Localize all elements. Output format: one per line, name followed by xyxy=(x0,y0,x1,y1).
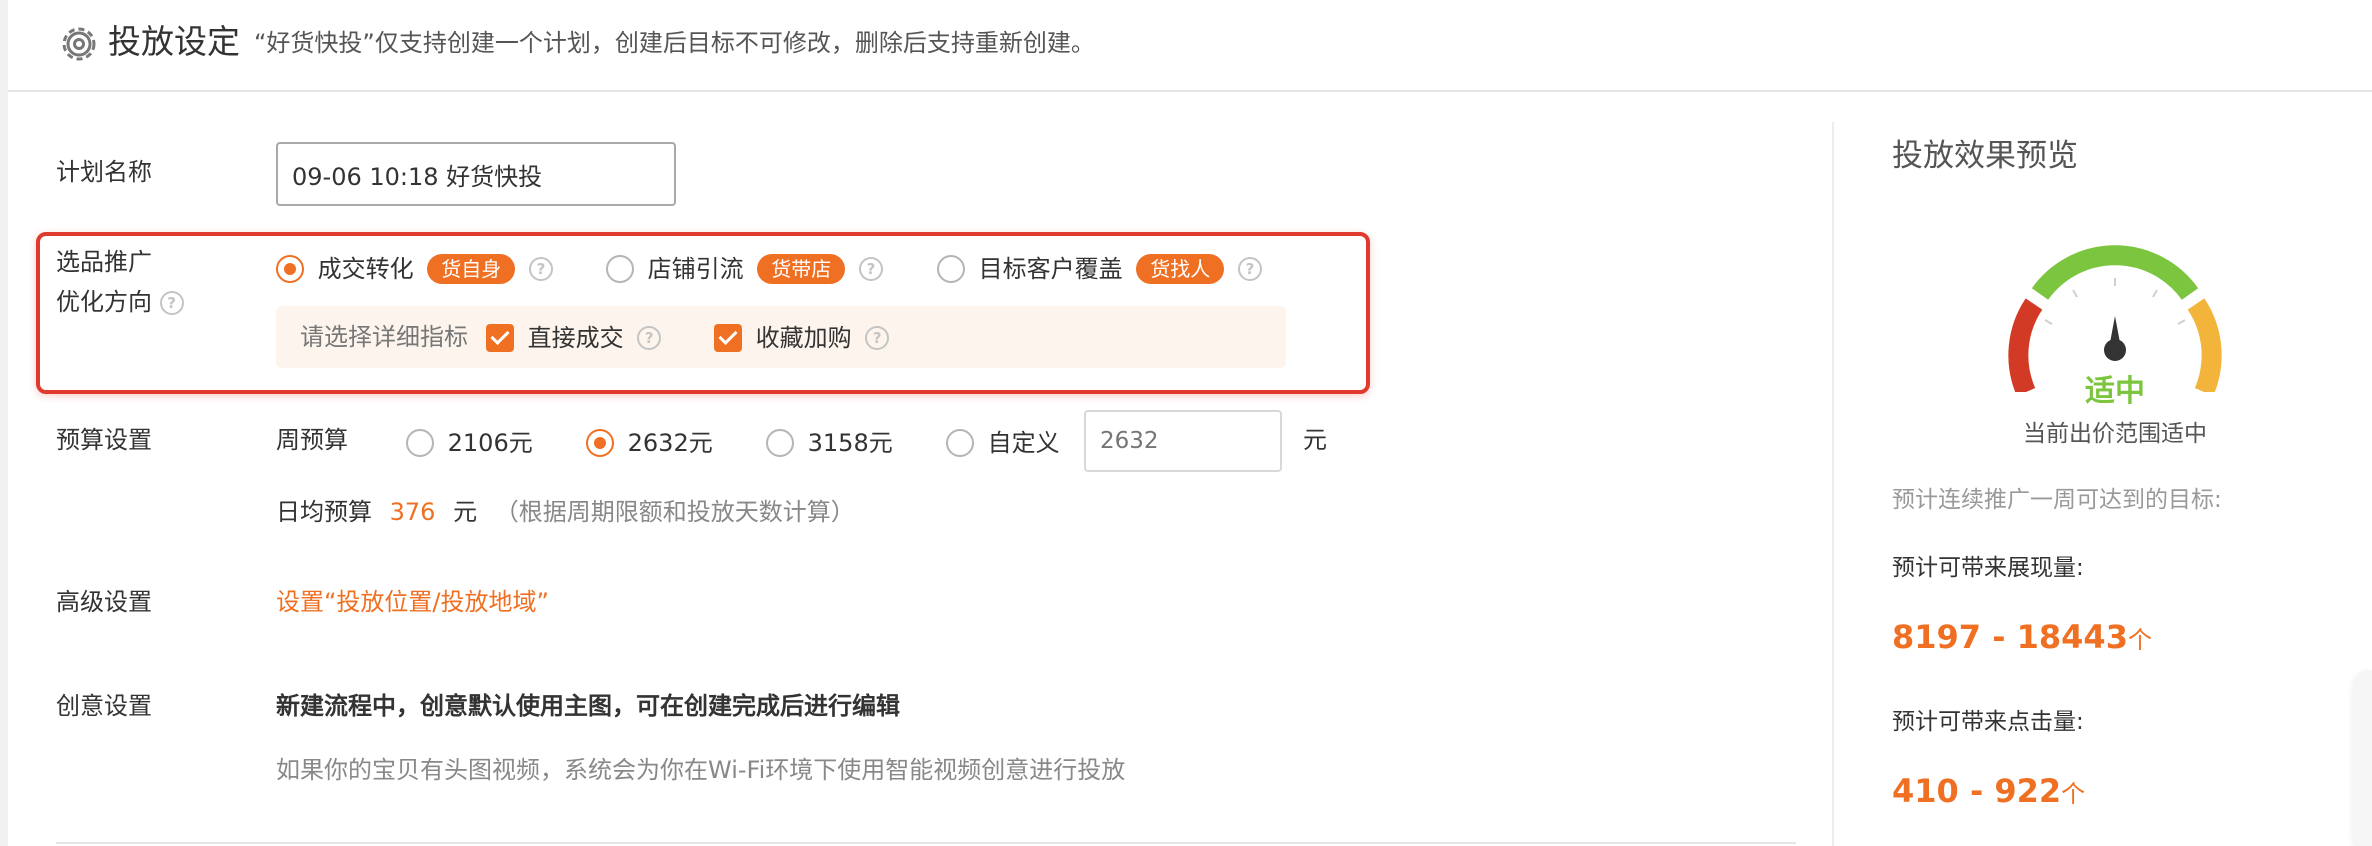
help-icon[interactable]: ? xyxy=(637,326,662,350)
help-icon[interactable]: ? xyxy=(1237,257,1262,281)
weekly-budget-label: 周预算 xyxy=(276,426,348,454)
gauge-hub xyxy=(2104,339,2126,361)
impressions-label: 预计可带来展现量: xyxy=(1892,555,2084,581)
budget-option-2632[interactable]: 2632元 xyxy=(586,424,713,461)
checkbox-checked-icon[interactable] xyxy=(714,324,742,352)
custom-budget-input[interactable] xyxy=(1084,410,1282,472)
radio-icon[interactable] xyxy=(946,429,974,457)
option-target-audience-label: 目标客户覆盖 xyxy=(978,255,1123,283)
budget-label: 预算设置 xyxy=(56,426,152,454)
left-edge xyxy=(0,0,8,846)
budget-option-custom-label: 自定义 xyxy=(987,429,1060,457)
optimization-label-line1: 选品推广 xyxy=(56,248,152,276)
radio-selected-icon[interactable] xyxy=(276,255,304,283)
checkbox-checked-icon[interactable] xyxy=(486,324,514,352)
clicks-unit: 个 xyxy=(2061,780,2086,808)
page: 投放设定 “好货快投”仅支持创建一个计划，创建后目标不可修改，删除后支持重新创建… xyxy=(0,0,2372,846)
floating-panel-edge xyxy=(2354,670,2372,846)
budget-option-custom[interactable]: 自定义 xyxy=(946,424,1060,461)
budget-option-2106[interactable]: 2106元 xyxy=(406,424,533,461)
option-store-traffic-label: 店铺引流 xyxy=(647,255,744,283)
creative-label: 创意设置 xyxy=(56,692,152,720)
metric-direct-deal-label: 直接成交 xyxy=(527,324,624,352)
help-icon[interactable]: ? xyxy=(858,257,883,281)
gauge-yellow-arc xyxy=(2187,298,2222,392)
header-note: “好货快投”仅支持创建一个计划，创建后目标不可修改，删除后支持重新创建。 xyxy=(254,29,1095,57)
creative-video-note: 如果你的宝贝有头图视频，系统会为你在Wi-Fi环境下使用智能视频创意进行投放 xyxy=(276,756,1126,784)
gauge-status: 适中 xyxy=(2085,374,2145,409)
plan-name-input[interactable] xyxy=(276,142,676,206)
detail-metrics-hint: 请选择详细指标 xyxy=(300,323,468,351)
advanced-label: 高级设置 xyxy=(56,588,152,616)
budget-option-2106-label: 2106元 xyxy=(447,429,533,457)
badge-goods-self: 货自身 xyxy=(427,254,516,284)
clicks-row: 410 - 922个 xyxy=(1892,770,2085,815)
badge-goods-store: 货带店 xyxy=(757,254,846,284)
radio-selected-icon[interactable] xyxy=(586,429,614,457)
radio-icon[interactable] xyxy=(937,255,965,283)
radio-icon[interactable] xyxy=(406,429,434,457)
metric-favorite-cart[interactable]: 收藏加购 ? xyxy=(714,319,890,356)
panel-divider xyxy=(1832,122,1834,846)
section-divider xyxy=(56,842,1796,844)
help-icon[interactable]: ? xyxy=(528,257,553,281)
daily-budget-value: 376 xyxy=(389,498,436,526)
gauge-red-arc xyxy=(2008,298,2043,392)
optimization-label-text: 优化方向 xyxy=(56,288,152,316)
metric-direct-deal[interactable]: 直接成交 ? xyxy=(486,319,662,356)
budget-unit: 元 xyxy=(1303,426,1327,454)
help-icon[interactable]: ? xyxy=(159,291,184,315)
radio-icon[interactable] xyxy=(606,255,634,283)
option-conversion[interactable]: 成交转化 货自身 ? xyxy=(276,250,553,287)
help-icon[interactable]: ? xyxy=(865,326,890,350)
preview-title: 投放效果预览 xyxy=(1892,138,2078,174)
option-store-traffic[interactable]: 店铺引流 货带店 ? xyxy=(606,250,883,287)
budget-option-3158[interactable]: 3158元 xyxy=(766,424,893,461)
impressions-unit: 个 xyxy=(2127,626,2152,654)
badge-goods-people: 货找人 xyxy=(1136,254,1225,284)
option-target-audience[interactable]: 目标客户覆盖 货找人 ? xyxy=(937,250,1262,287)
budget-option-2632-label: 2632元 xyxy=(627,429,713,457)
option-conversion-label: 成交转化 xyxy=(317,255,414,283)
header-bar: 投放设定 “好货快投”仅支持创建一个计划，创建后目标不可修改，删除后支持重新创建… xyxy=(8,0,2372,92)
radio-icon[interactable] xyxy=(766,429,794,457)
daily-budget-label: 日均预算 xyxy=(276,498,372,526)
metric-favorite-cart-label: 收藏加购 xyxy=(755,324,852,352)
clicks-label: 预计可带来点击量: xyxy=(1892,709,2084,735)
daily-budget-unit: 元 xyxy=(453,498,478,526)
clicks-value: 410 - 922 xyxy=(1892,772,2062,810)
page-title: 投放设定 xyxy=(108,22,240,61)
budget-option-3158-label: 3158元 xyxy=(807,429,893,457)
impressions-row: 8197 - 18443个 xyxy=(1892,616,2152,661)
gauge-description: 当前出价范围适中 xyxy=(2023,421,2207,447)
daily-budget-row: 日均预算 376 元 （根据周期限额和投放天数计算） xyxy=(276,496,855,528)
daily-budget-note: （根据周期限额和投放天数计算） xyxy=(494,498,855,526)
gauge-green-arc xyxy=(2031,245,2199,301)
plan-name-label: 计划名称 xyxy=(56,158,152,186)
creative-default-text: 新建流程中，创意默认使用主图，可在创建完成后进行编辑 xyxy=(276,692,900,720)
optimization-label-line2: 优化方向 ? xyxy=(56,286,184,318)
impressions-value: 8197 - 18443 xyxy=(1892,618,2128,656)
bid-gauge xyxy=(2008,245,2222,392)
detail-metrics-panel: 请选择详细指标 直接成交 ? 收藏加购 ? xyxy=(276,306,1286,368)
gear-settings-icon xyxy=(62,27,96,61)
forecast-note: 预计连续推广一周可达到的目标: xyxy=(1892,487,2222,513)
advanced-settings-link[interactable]: 设置“投放位置/投放地域” xyxy=(276,586,549,618)
